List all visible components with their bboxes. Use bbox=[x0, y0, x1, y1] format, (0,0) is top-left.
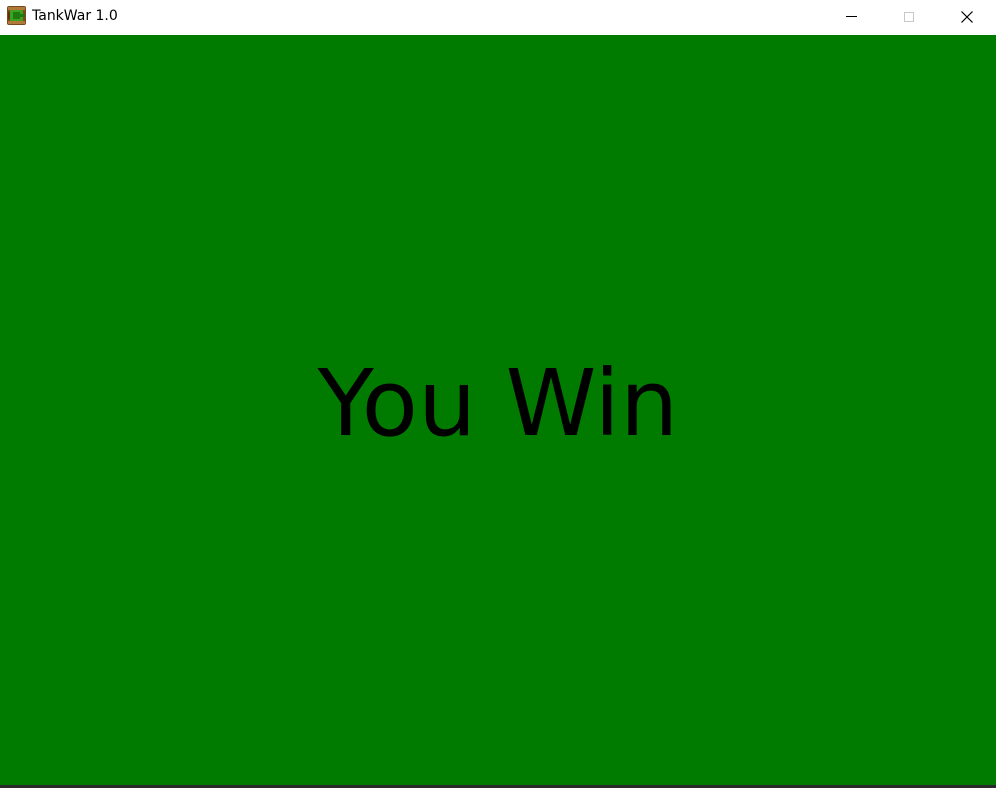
window-title: TankWar 1.0 bbox=[32, 8, 118, 24]
minimize-icon bbox=[845, 16, 857, 17]
minimize-button[interactable] bbox=[822, 0, 880, 33]
game-result-message: You Win bbox=[317, 350, 679, 457]
title-bar[interactable]: TankWar 1.0 bbox=[0, 0, 996, 34]
maximize-button[interactable] bbox=[880, 0, 938, 33]
tank-icon bbox=[7, 6, 26, 25]
game-canvas[interactable]: You Win bbox=[0, 35, 996, 785]
maximize-icon bbox=[904, 11, 914, 22]
close-button[interactable] bbox=[938, 0, 996, 33]
close-icon bbox=[961, 10, 973, 23]
app-window: TankWar 1.0 You Win bbox=[0, 0, 996, 788]
